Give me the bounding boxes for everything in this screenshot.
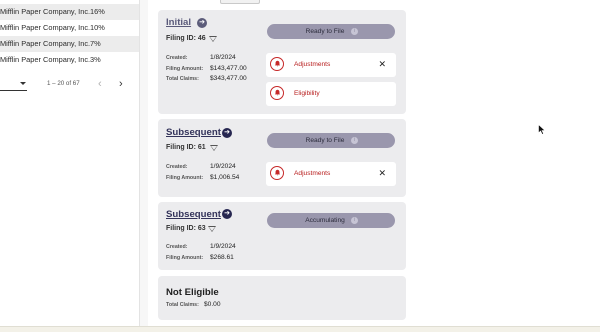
arrow-right-circle-icon[interactable]: ➔ xyxy=(222,128,232,138)
filing-card: Not Eligible Total Claims: $0.00 xyxy=(158,276,406,320)
issue-item[interactable]: Adjustments ✕ xyxy=(266,162,396,186)
filing-amount-label: Filing Amount: xyxy=(166,255,204,261)
filing-card: Initial ➔ Filing ID: 46 Created: 1/8/202… xyxy=(158,10,406,114)
chevron-left-icon[interactable]: ‹ xyxy=(98,77,102,91)
filing-id: Filing ID: 61 xyxy=(166,144,206,151)
company-percent: 7% xyxy=(90,39,101,48)
table-row[interactable]: Mifflin Paper Company, Inc. 7% xyxy=(0,36,139,52)
filing-amount-label: Filing Amount: xyxy=(166,175,204,181)
bell-icon xyxy=(270,86,284,100)
table-row[interactable]: Mifflin Paper Company, Inc. 10% xyxy=(0,20,139,36)
filing-card: Subsequent ➔ Filing ID: 63 Created: 1/9/… xyxy=(158,202,406,270)
panel-divider xyxy=(140,0,148,331)
company-name: Mifflin Paper Company, Inc. xyxy=(0,39,91,48)
filing-amount: $1,006.54 xyxy=(210,174,240,181)
filing-amount: $268.61 xyxy=(210,254,234,261)
close-icon[interactable]: ✕ xyxy=(378,59,386,69)
created-label: Created: xyxy=(166,244,188,250)
filing-amount: $143,477.00 xyxy=(210,65,247,72)
company-name: Mifflin Paper Company, Inc. xyxy=(0,7,91,16)
pagination-range: 1 – 20 of 67 xyxy=(47,80,80,87)
mouse-cursor-icon xyxy=(538,124,546,135)
arrow-right-circle-icon[interactable]: ➔ xyxy=(197,18,207,28)
bottom-bar xyxy=(0,326,600,332)
status-label: Accumulating xyxy=(305,217,345,224)
filing-title-link[interactable]: Subsequent xyxy=(166,209,221,220)
issue-label: Adjustments xyxy=(294,170,331,177)
chevron-down-icon xyxy=(20,82,26,85)
top-edge-tab xyxy=(220,0,260,4)
filter-icon[interactable] xyxy=(209,36,217,42)
total-claims-label: Total Claims: xyxy=(166,76,199,82)
status-label: Ready to File xyxy=(305,28,345,35)
created-date: 1/9/2024 xyxy=(210,243,236,250)
issue-item[interactable]: Eligibility xyxy=(266,82,396,106)
created-date: 1/9/2024 xyxy=(210,163,236,170)
filing-card: Subsequent ➔ Filing ID: 61 Created: 1/9/… xyxy=(158,119,406,197)
total-claims: $0.00 xyxy=(204,301,221,308)
filing-id: Filing ID: 46 xyxy=(166,35,206,42)
company-name: Mifflin Paper Company, Inc. xyxy=(0,55,91,64)
table-row[interactable]: Mifflin Paper Company, Inc. 16% xyxy=(0,4,139,20)
status-pill[interactable]: Accumulating i xyxy=(267,213,395,228)
bell-icon xyxy=(270,57,284,71)
filing-amount-label: Filing Amount: xyxy=(166,66,204,72)
filter-icon[interactable] xyxy=(210,145,218,151)
status-pill[interactable]: Ready to File i xyxy=(267,24,395,39)
bell-icon xyxy=(270,166,284,180)
not-eligible-title: Not Eligible xyxy=(166,287,219,298)
close-icon[interactable]: ✕ xyxy=(378,168,386,178)
created-date: 1/8/2024 xyxy=(210,54,236,61)
status-pill[interactable]: Ready to File i xyxy=(267,133,395,148)
info-icon[interactable]: i xyxy=(351,137,358,144)
page-size-select[interactable] xyxy=(0,80,27,91)
filter-icon[interactable] xyxy=(208,226,216,232)
company-list-panel: Mifflin Paper Company, Inc. 16% Mifflin … xyxy=(0,0,140,331)
total-claims: $343,477.00 xyxy=(210,75,247,82)
created-label: Created: xyxy=(166,164,188,170)
issue-label: Eligibility xyxy=(294,90,320,97)
total-claims-label: Total Claims: xyxy=(166,302,199,308)
company-percent: 16% xyxy=(90,7,105,16)
arrow-right-circle-icon[interactable]: ➔ xyxy=(222,209,232,219)
table-row[interactable]: Mifflin Paper Company, Inc. 3% xyxy=(0,52,139,68)
company-percent: 3% xyxy=(90,55,101,64)
info-icon[interactable]: i xyxy=(351,28,358,35)
company-name: Mifflin Paper Company, Inc. xyxy=(0,23,91,32)
filing-title-link[interactable]: Subsequent xyxy=(166,127,221,138)
chevron-right-icon[interactable]: › xyxy=(119,77,123,91)
issue-label: Adjustments xyxy=(294,61,331,68)
info-icon[interactable]: i xyxy=(351,217,358,224)
filing-id: Filing ID: 63 xyxy=(166,225,206,232)
filing-title-link[interactable]: Initial xyxy=(166,17,191,28)
status-label: Ready to File xyxy=(305,137,345,144)
company-percent: 10% xyxy=(90,23,105,32)
created-label: Created: xyxy=(166,55,188,61)
issue-item[interactable]: Adjustments ✕ xyxy=(266,53,396,77)
